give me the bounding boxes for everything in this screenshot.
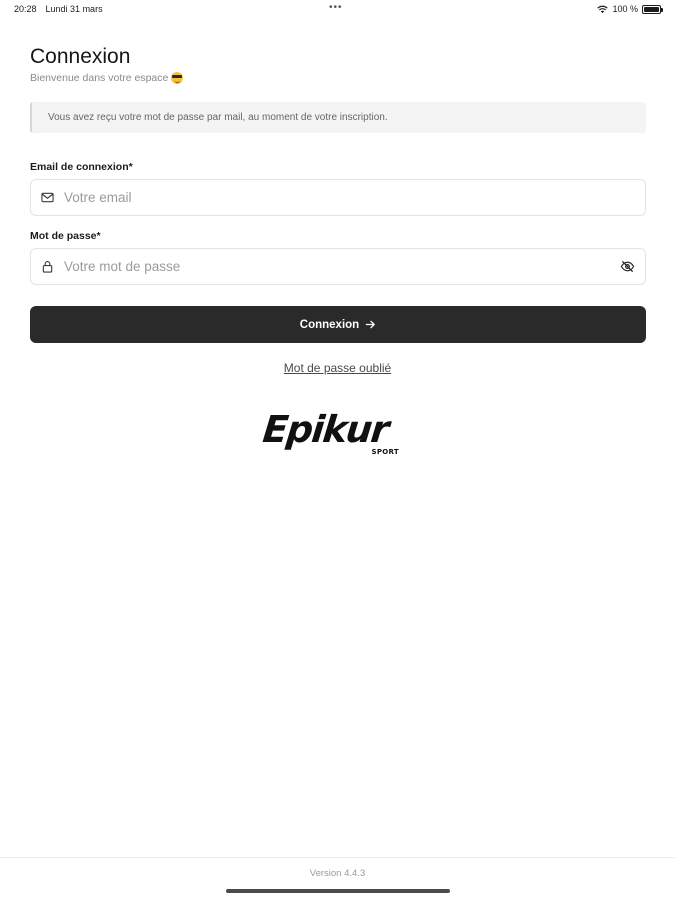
- email-field-wrapper: [30, 179, 646, 216]
- home-indicator[interactable]: [226, 889, 450, 893]
- login-button-label: Connexion: [299, 318, 360, 331]
- info-message: Vous avez reçu votre mot de passe par ma…: [30, 102, 646, 133]
- sunglasses-emoji-icon: [171, 72, 184, 84]
- email-label: Email de connexion*: [30, 161, 133, 173]
- battery-fill: [644, 6, 659, 12]
- battery-percent: 100 %: [612, 4, 638, 14]
- logo-subtext: SPORT: [371, 448, 399, 456]
- login-button[interactable]: Connexion: [30, 306, 646, 343]
- epikur-sport-logo: Epikur SPORT: [260, 408, 413, 460]
- status-date: Lundi 31 mars: [45, 4, 103, 14]
- mail-icon: [41, 191, 54, 204]
- status-right: 100 %: [597, 4, 663, 14]
- logo-wordmark: Epikur: [260, 408, 390, 451]
- multitasking-dots[interactable]: •••: [329, 2, 343, 13]
- page-title: Connexion: [30, 45, 131, 68]
- login-screen: 20:28 Lundi 31 mars ••• 100 % Connexion …: [0, 0, 675, 900]
- app-version: Version 4.4.3: [309, 868, 366, 879]
- eye-off-icon[interactable]: [620, 259, 635, 274]
- password-input[interactable]: [64, 259, 620, 274]
- info-text: Vous avez reçu votre mot de passe par ma…: [48, 112, 388, 123]
- battery-icon: [642, 4, 663, 14]
- password-label: Mot de passe*: [30, 230, 101, 242]
- forgot-password-link[interactable]: Mot de passe oublié: [0, 361, 675, 375]
- arrow-right-icon: [365, 319, 376, 330]
- lock-icon: [41, 260, 54, 273]
- page-subtitle: Bienvenue dans votre espace: [30, 72, 184, 84]
- email-input[interactable]: [64, 190, 645, 205]
- status-bar: 20:28 Lundi 31 mars ••• 100 %: [0, 0, 675, 18]
- status-time: 20:28: [14, 4, 37, 14]
- footer-divider: [0, 857, 675, 858]
- password-field-wrapper: [30, 248, 646, 285]
- subtitle-text: Bienvenue dans votre espace: [30, 72, 169, 84]
- wifi-icon: [597, 5, 609, 13]
- status-left: 20:28 Lundi 31 mars: [14, 4, 103, 14]
